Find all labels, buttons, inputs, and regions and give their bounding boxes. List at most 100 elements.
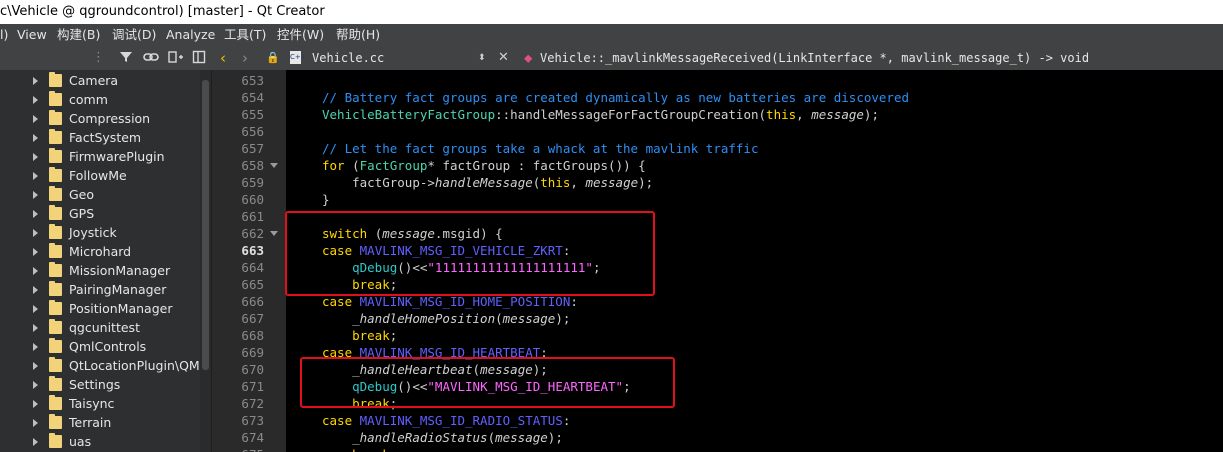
- code-line[interactable]: 673 case MAVLINK_MSG_ID_RADIO_STATUS:: [212, 412, 1223, 429]
- tree-item[interactable]: Geo: [0, 185, 200, 204]
- code-text: break;: [322, 446, 397, 452]
- tree-item[interactable]: Microhard: [0, 242, 200, 261]
- line-number: 654: [241, 90, 264, 105]
- split-icon[interactable]: [168, 50, 184, 66]
- expand-arrow-icon[interactable]: [33, 343, 38, 351]
- menu-item-widgets[interactable]: 控件(W): [277, 24, 324, 46]
- tree-item[interactable]: PositionManager: [0, 299, 200, 318]
- folder-icon: [49, 262, 62, 277]
- project-tree-toolbar: ⋮: [0, 46, 213, 70]
- tree-item[interactable]: Compression: [0, 109, 200, 128]
- code-text: // Battery fact groups are created dynam…: [322, 90, 909, 105]
- folder-icon: [49, 395, 62, 410]
- folder-icon: [49, 357, 62, 372]
- scrollbar-thumb[interactable]: [202, 80, 209, 370]
- close-sidebar-icon[interactable]: [191, 50, 207, 66]
- tree-item[interactable]: GPS: [0, 204, 200, 223]
- expand-arrow-icon[interactable]: [33, 153, 38, 161]
- tree-item[interactable]: FollowMe: [0, 166, 200, 185]
- drag-handle-icon: ⋮: [92, 50, 105, 65]
- code-line[interactable]: 660}: [212, 191, 1223, 208]
- expand-arrow-icon[interactable]: [33, 286, 38, 294]
- forward-icon[interactable]: ›: [242, 46, 248, 70]
- fold-marker-icon[interactable]: [270, 231, 278, 236]
- code-line[interactable]: 656: [212, 123, 1223, 140]
- expand-arrow-icon[interactable]: [33, 267, 38, 275]
- expand-arrow-icon[interactable]: [33, 305, 38, 313]
- function-combo[interactable]: Vehicle::_mavlinkMessageReceived(LinkInt…: [540, 46, 1089, 70]
- fold-marker-icon[interactable]: [270, 163, 278, 168]
- menu-item-build[interactable]: 构建(B): [57, 24, 100, 46]
- code-line[interactable]: 653: [212, 72, 1223, 89]
- expand-arrow-icon[interactable]: [33, 248, 38, 256]
- tree-item-label: Joystick: [69, 225, 117, 240]
- tree-item[interactable]: qgcunittest: [0, 318, 200, 337]
- menu-item-tools[interactable]: 工具(T): [224, 24, 266, 46]
- tree-item[interactable]: Taisync: [0, 394, 200, 413]
- tree-item[interactable]: Joystick: [0, 223, 200, 242]
- code-line[interactable]: 667 _handleHomePosition(message);: [212, 310, 1223, 327]
- code-text: _handleHomePosition(message);: [352, 311, 571, 326]
- tree-item[interactable]: comm: [0, 90, 200, 109]
- expand-arrow-icon[interactable]: [33, 134, 38, 142]
- code-line[interactable]: 655 VehicleBatteryFactGroup::handleMessag…: [212, 106, 1223, 123]
- expand-arrow-icon[interactable]: [33, 324, 38, 332]
- menu-item-view[interactable]: View: [17, 24, 47, 46]
- line-number: 665: [241, 277, 264, 292]
- expand-arrow-icon[interactable]: [33, 191, 38, 199]
- file-name-combo[interactable]: Vehicle.cc: [312, 46, 384, 70]
- tree-item-label: QmlControls: [69, 339, 147, 354]
- tree-item[interactable]: QmlControls: [0, 337, 200, 356]
- expand-arrow-icon[interactable]: [33, 229, 38, 237]
- expand-arrow-icon[interactable]: [33, 96, 38, 104]
- code-editor[interactable]: 653 654 // Battery fact groups are created…: [212, 70, 1223, 452]
- menu-item-help[interactable]: 帮助(H): [336, 24, 380, 46]
- tree-item[interactable]: FactSystem: [0, 128, 200, 147]
- tree-item-label: FactSystem: [69, 130, 142, 145]
- code-line[interactable]: 654 // Battery fact groups are created dy…: [212, 89, 1223, 106]
- expand-arrow-icon[interactable]: [33, 400, 38, 408]
- folder-icon: [49, 338, 62, 353]
- expand-arrow-icon[interactable]: [33, 77, 38, 85]
- code-line[interactable]: 659 factGroup->handleMessage(this, messa…: [212, 174, 1223, 191]
- file-dropdown-icon[interactable]: ⬍: [478, 46, 486, 70]
- menu-item-build-partial[interactable]: l): [0, 24, 8, 46]
- menu-item-analyze[interactable]: Analyze: [166, 24, 215, 46]
- expand-arrow-icon[interactable]: [33, 381, 38, 389]
- project-tree-scrollbar[interactable]: [200, 70, 211, 452]
- code-line[interactable]: 674 _handleRadioStatus(message);: [212, 429, 1223, 446]
- tree-item-label: qgcunittest: [69, 320, 140, 335]
- tree-item[interactable]: QtLocationPlugin\QMLControl: [0, 356, 211, 375]
- code-text: case MAVLINK_MSG_ID_RADIO_STATUS:: [322, 413, 571, 428]
- close-file-icon[interactable]: ✕: [498, 46, 509, 70]
- tree-item[interactable]: PairingManager: [0, 280, 200, 299]
- tree-item[interactable]: uas: [0, 432, 200, 451]
- expand-arrow-icon[interactable]: [33, 362, 38, 370]
- line-number: 668: [241, 328, 264, 343]
- line-number: 670: [241, 362, 264, 377]
- tree-item[interactable]: Camera: [0, 71, 200, 90]
- expand-arrow-icon[interactable]: [33, 419, 38, 427]
- expand-arrow-icon[interactable]: [33, 115, 38, 123]
- code-line[interactable]: 658 for (FactGroup* factGroup : factGroup…: [212, 157, 1223, 174]
- back-icon[interactable]: ‹: [220, 46, 226, 70]
- tree-item[interactable]: Terrain: [0, 413, 200, 432]
- line-number: 669: [241, 345, 264, 360]
- symbol-function-icon: ⬥: [524, 51, 533, 65]
- code-text: }: [322, 192, 330, 207]
- code-line[interactable]: 675 break;: [212, 446, 1223, 452]
- expand-arrow-icon[interactable]: [33, 172, 38, 180]
- expand-arrow-icon[interactable]: [33, 438, 38, 446]
- filter-icon[interactable]: [118, 50, 134, 66]
- menu-item-debug[interactable]: 调试(D): [112, 24, 156, 46]
- code-line[interactable]: 668 break;: [212, 327, 1223, 344]
- folder-icon: [49, 243, 62, 258]
- code-line[interactable]: 657 // Let the fact groups take a whack a…: [212, 140, 1223, 157]
- tree-item[interactable]: Settings: [0, 375, 200, 394]
- tree-item[interactable]: FirmwarePlugin: [0, 147, 200, 166]
- tree-item-label: uas: [69, 434, 92, 449]
- expand-arrow-icon[interactable]: [33, 210, 38, 218]
- tree-item[interactable]: MissionManager: [0, 261, 200, 280]
- link-icon[interactable]: [143, 50, 159, 66]
- project-tree: Camera comm Compression FactSystem Firmw…: [0, 70, 212, 452]
